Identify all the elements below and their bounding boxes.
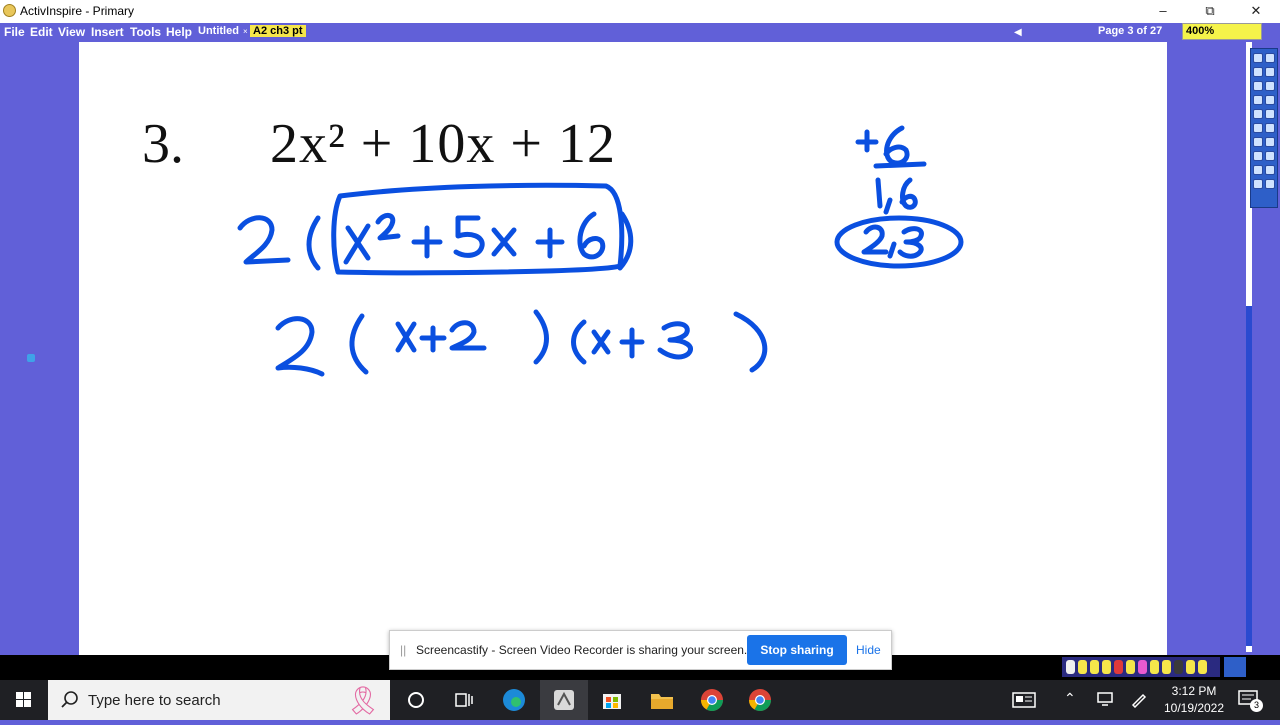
menu-edit[interactable]: Edit (30, 25, 53, 39)
pen-yellow-4-icon[interactable] (1126, 660, 1135, 674)
palette-tools-icon[interactable] (1224, 657, 1246, 677)
cortana-icon[interactable] (392, 680, 440, 720)
window-title: ActivInspire - Primary (20, 4, 135, 18)
notification-icon[interactable]: 3 (1238, 689, 1263, 712)
menu-tools[interactable]: Tools (130, 25, 161, 39)
problem-expression: 2x² + 10x + 12 (270, 113, 616, 175)
pen-black-icon[interactable] (1174, 660, 1183, 674)
menu-view[interactable]: View (58, 25, 85, 39)
awareness-ribbon-icon: 🎗 (345, 685, 381, 716)
tool-reset-icon[interactable] (1265, 151, 1275, 161)
network-icon[interactable] (1096, 691, 1114, 712)
tool-highlighter-icon[interactable] (1253, 67, 1263, 77)
activinspire-taskbar-icon[interactable] (540, 680, 588, 720)
flipchart-page[interactable] (79, 42, 1167, 655)
pen-icon[interactable] (1130, 690, 1148, 713)
tab-a2-ch3[interactable]: A2 ch3 pt (250, 25, 306, 37)
taskbar-search-box[interactable]: Type here to search 🎗 (48, 680, 390, 720)
tool-color-icon[interactable] (1253, 137, 1263, 147)
clock-date: 10/19/2022 (1163, 701, 1225, 715)
news-icon[interactable] (1000, 680, 1048, 720)
menu-help[interactable]: Help (166, 25, 192, 39)
tool-select-icon[interactable] (1253, 53, 1263, 63)
chrome-icon[interactable] (688, 680, 736, 720)
edge-icon[interactable] (490, 680, 538, 720)
problem-number: 3. (142, 113, 184, 175)
pen-red-icon[interactable] (1114, 660, 1123, 674)
pen-yellow-2-icon[interactable] (1090, 660, 1099, 674)
tool-eraser-icon[interactable] (1265, 67, 1275, 77)
pen-yellow-icon[interactable] (1078, 660, 1087, 674)
tool-connector-icon[interactable] (1265, 95, 1275, 105)
tool-line-icon[interactable] (1265, 109, 1275, 119)
screen-share-banner: || Screencastify - Screen Video Recorder… (389, 630, 892, 670)
search-placeholder: Type here to search (88, 692, 221, 709)
scroll-left-icon[interactable]: ◀ (1014, 27, 1022, 38)
task-view-icon[interactable] (440, 680, 488, 720)
restore-button[interactable]: ⧉ (1200, 2, 1220, 20)
zoom-field[interactable]: 400% (1182, 23, 1262, 40)
pen-yellow-6-icon[interactable] (1162, 660, 1171, 674)
title-bar: ActivInspire - Primary – ⧉ ✕ (0, 0, 1280, 23)
tool-fill-icon[interactable] (1253, 95, 1263, 105)
pen-palette (1062, 657, 1220, 677)
tool-magic-ink-icon[interactable] (1253, 109, 1263, 119)
system-clock[interactable]: 3:12 PM 10/19/2022 (1150, 683, 1238, 717)
tool-undo-icon[interactable] (1253, 123, 1263, 133)
pen-yellow-7-icon[interactable] (1186, 660, 1195, 674)
drag-handle-icon[interactable]: || (400, 643, 406, 657)
tab-close-icon[interactable]: × (243, 27, 248, 36)
activinspire-icon (3, 4, 16, 17)
tool-text-icon[interactable] (1265, 81, 1275, 91)
tool-pen-icon[interactable] (1265, 53, 1275, 63)
share-message: Screencastify - Screen Video Recorder is… (416, 643, 748, 657)
tool-shape-icon[interactable] (1253, 81, 1263, 91)
tool-page-prev-icon[interactable] (1253, 165, 1263, 175)
tool-menu-icon[interactable] (1265, 179, 1275, 189)
chrome-icon-2[interactable] (736, 680, 784, 720)
pen-yellow-5-icon[interactable] (1150, 660, 1159, 674)
tool-page-next-icon[interactable] (1265, 165, 1275, 175)
page-indicator: Page 3 of 27 (1098, 25, 1163, 37)
tool-gallery-icon[interactable] (1253, 179, 1263, 189)
notification-count: 3 (1250, 699, 1263, 712)
search-icon (61, 691, 78, 708)
tab-untitled[interactable]: Untitled (198, 25, 239, 37)
menu-file[interactable]: File (4, 25, 25, 39)
taskbar: Type here to search 🎗 ⌃ 3:12 PM 10/19/20… (0, 680, 1280, 720)
tool-camera-icon[interactable] (1253, 151, 1263, 161)
minimize-button[interactable]: – (1153, 2, 1173, 20)
chevron-up-icon[interactable]: ⌃ (1064, 690, 1076, 707)
hide-button[interactable]: Hide (856, 643, 881, 657)
pen-yellow-8-icon[interactable] (1198, 660, 1207, 674)
tool-redo-icon[interactable] (1265, 123, 1275, 133)
pen-yellow-3-icon[interactable] (1102, 660, 1111, 674)
scrollbar-thumb[interactable] (1246, 306, 1252, 646)
clock-time: 3:12 PM (1171, 684, 1217, 698)
close-button[interactable]: ✕ (1246, 2, 1266, 20)
windows-start-icon[interactable] (0, 680, 48, 720)
menu-bar: File Edit View Insert Tools Help Untitle… (0, 23, 1280, 62)
pen-pink-icon[interactable] (1138, 660, 1147, 674)
main-toolbox (1250, 48, 1278, 208)
menu-insert[interactable]: Insert (91, 25, 124, 39)
file-explorer-icon[interactable] (638, 680, 686, 720)
store-icon[interactable] (588, 680, 636, 720)
tool-clear-icon[interactable] (1265, 137, 1275, 147)
page-handle[interactable] (27, 354, 35, 362)
pen-white-icon[interactable] (1066, 660, 1075, 674)
stop-sharing-button[interactable]: Stop sharing (747, 635, 847, 665)
